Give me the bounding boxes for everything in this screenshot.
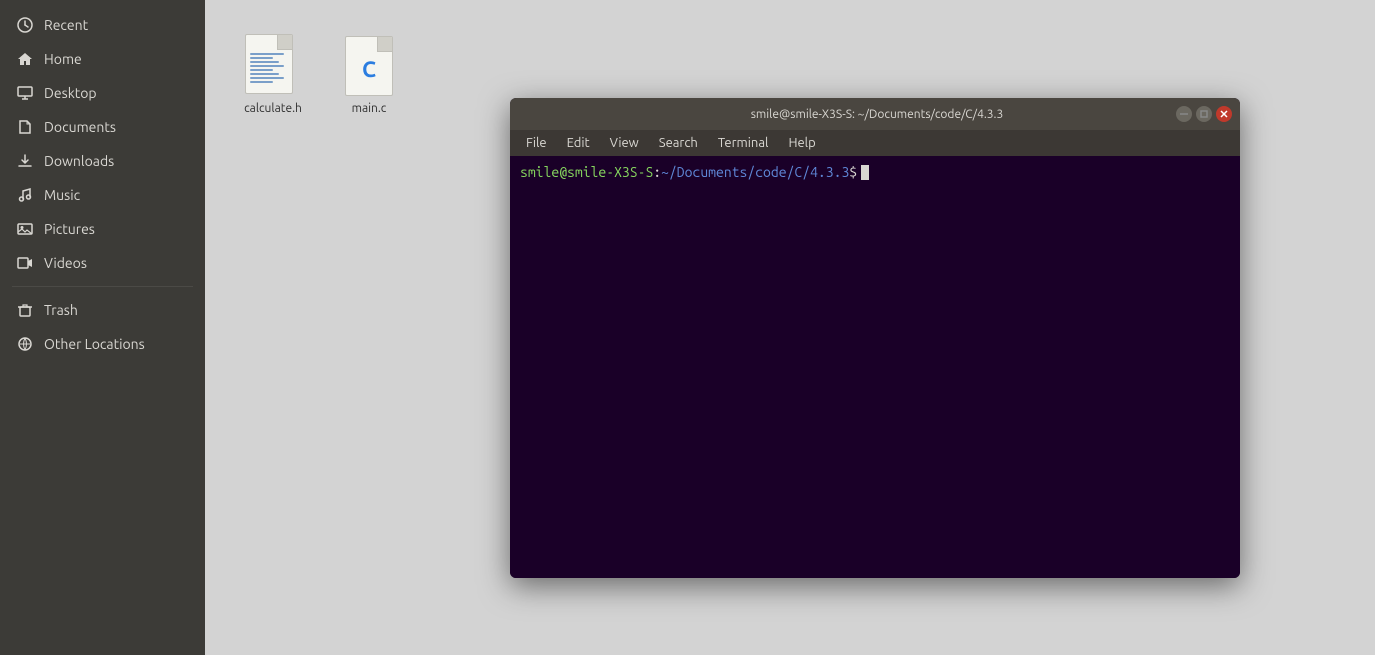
sidebar: Recent Home Desktop Documents Downloads … bbox=[0, 0, 205, 655]
sidebar-item-music[interactable]: Music bbox=[4, 178, 201, 212]
terminal-body[interactable]: smile@smile-X3S-S : ~/Documents/code/C/4… bbox=[510, 156, 1240, 578]
file-item-main-c[interactable]: C main.c bbox=[329, 28, 409, 121]
desktop-icon bbox=[16, 84, 34, 102]
sidebar-item-home-label: Home bbox=[44, 51, 82, 67]
prompt-dollar: $ bbox=[849, 164, 857, 180]
file-icon-h bbox=[245, 34, 301, 98]
sidebar-item-recent[interactable]: Recent bbox=[4, 8, 201, 42]
sidebar-item-documents[interactable]: Documents bbox=[4, 110, 201, 144]
sidebar-item-videos[interactable]: Videos bbox=[4, 246, 201, 280]
terminal-prompt-line: smile@smile-X3S-S : ~/Documents/code/C/4… bbox=[520, 164, 1230, 180]
sidebar-item-other-locations-label: Other Locations bbox=[44, 336, 145, 352]
sidebar-item-videos-label: Videos bbox=[44, 255, 87, 271]
terminal-window-controls bbox=[1176, 106, 1232, 122]
terminal-minimize-button[interactable] bbox=[1176, 106, 1192, 122]
terminal-cursor bbox=[861, 165, 869, 180]
home-icon bbox=[16, 50, 34, 68]
sidebar-item-pictures[interactable]: Pictures bbox=[4, 212, 201, 246]
sidebar-item-trash[interactable]: Trash bbox=[4, 293, 201, 327]
sidebar-item-trash-label: Trash bbox=[44, 302, 78, 318]
sidebar-item-other-locations[interactable]: Other Locations bbox=[4, 327, 201, 361]
sidebar-item-home[interactable]: Home bbox=[4, 42, 201, 76]
prompt-colon: : bbox=[653, 164, 661, 180]
terminal-titlebar: smile@smile-X3S-S: ~/Documents/code/C/4.… bbox=[510, 98, 1240, 130]
terminal-menu-search[interactable]: Search bbox=[651, 134, 706, 152]
terminal-menubar: File Edit View Search Terminal Help bbox=[510, 130, 1240, 156]
terminal-menu-file[interactable]: File bbox=[518, 134, 555, 152]
main-area: calculate.h C main.c smile@smile-X3S-S: … bbox=[205, 0, 1375, 655]
terminal-menu-help[interactable]: Help bbox=[780, 134, 823, 152]
prompt-path: ~/Documents/code/C/4.3.3 bbox=[661, 164, 849, 180]
terminal-close-button[interactable] bbox=[1216, 106, 1232, 122]
other-locations-icon bbox=[16, 335, 34, 353]
terminal-menu-edit[interactable]: Edit bbox=[559, 134, 598, 152]
sidebar-item-music-label: Music bbox=[44, 187, 80, 203]
documents-icon bbox=[16, 118, 34, 136]
file-name-calculate-h: calculate.h bbox=[244, 102, 302, 115]
sidebar-item-pictures-label: Pictures bbox=[44, 221, 95, 237]
sidebar-item-documents-label: Documents bbox=[44, 119, 116, 135]
videos-icon bbox=[16, 254, 34, 272]
prompt-user-host: smile@smile-X3S-S bbox=[520, 164, 653, 180]
sidebar-item-desktop[interactable]: Desktop bbox=[4, 76, 201, 110]
clock-icon bbox=[16, 16, 34, 34]
trash-icon bbox=[16, 301, 34, 319]
sidebar-item-recent-label: Recent bbox=[44, 17, 88, 33]
file-icon-c: C bbox=[341, 34, 397, 98]
music-icon bbox=[16, 186, 34, 204]
terminal-maximize-button[interactable] bbox=[1196, 106, 1212, 122]
downloads-icon bbox=[16, 152, 34, 170]
sidebar-item-downloads[interactable]: Downloads bbox=[4, 144, 201, 178]
terminal-title: smile@smile-X3S-S: ~/Documents/code/C/4.… bbox=[578, 108, 1176, 121]
sidebar-item-downloads-label: Downloads bbox=[44, 153, 114, 169]
sidebar-item-desktop-label: Desktop bbox=[44, 85, 97, 101]
sidebar-separator bbox=[12, 286, 193, 287]
file-item-calculate-h[interactable]: calculate.h bbox=[233, 28, 313, 121]
terminal-menu-terminal[interactable]: Terminal bbox=[710, 134, 777, 152]
terminal-menu-view[interactable]: View bbox=[602, 134, 647, 152]
file-name-main-c: main.c bbox=[352, 102, 387, 115]
terminal-window: smile@smile-X3S-S: ~/Documents/code/C/4.… bbox=[510, 98, 1240, 578]
pictures-icon bbox=[16, 220, 34, 238]
